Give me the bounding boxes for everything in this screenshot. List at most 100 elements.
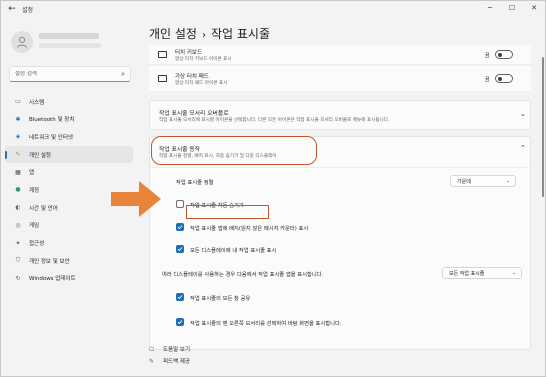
footer-links: ☖ 도움말 보기 ✎ 피드백 제공 bbox=[149, 343, 190, 367]
app-title: 설정 bbox=[22, 6, 34, 14]
checkmark-icon bbox=[177, 225, 183, 230]
page-title: 작업 표시줄 bbox=[210, 27, 270, 41]
all-displays-checkbox[interactable] bbox=[176, 245, 184, 253]
back-button[interactable]: ← bbox=[4, 1, 20, 17]
avatar[interactable] bbox=[11, 31, 33, 53]
touch-keyboard-title: 터치 키보드 bbox=[175, 50, 203, 56]
sidebar-item-label: 게임 bbox=[29, 223, 40, 230]
touchpad-icon bbox=[158, 75, 167, 82]
virtual-touchpad-toggle[interactable] bbox=[495, 74, 513, 83]
show-desktop-checkbox[interactable] bbox=[176, 318, 184, 326]
minimize-button[interactable]: ─ bbox=[479, 1, 501, 15]
sidebar-item-8[interactable]: ✦ 접근성 bbox=[5, 235, 133, 252]
shield-icon: ⛉ bbox=[15, 256, 21, 264]
sidebar-item-9[interactable]: ⛉ 개인 정보 및 보안 bbox=[5, 252, 133, 269]
badges-checkbox[interactable] bbox=[176, 223, 184, 231]
search-box[interactable]: ⌕ bbox=[9, 66, 131, 82]
all-displays-label: 모든 디스플레이에 내 작업 표시줄 표시 bbox=[190, 248, 277, 254]
auto-hide-checkbox[interactable] bbox=[176, 200, 184, 208]
alignment-dropdown-value: 가운데 bbox=[457, 178, 471, 185]
chevron-down-icon: ⌄ bbox=[505, 178, 510, 184]
sidebar-item-label: Bluetooth 및 장치 bbox=[29, 117, 75, 124]
multi-display-dropdown[interactable]: 모든 작업 표시줄 ⌄ bbox=[442, 267, 522, 279]
sidebar-item-7[interactable]: ◎ 게임 bbox=[5, 217, 133, 234]
checkmark-icon bbox=[177, 295, 183, 300]
help-icon: ☖ bbox=[149, 345, 155, 353]
alignment-dropdown[interactable]: 가운데 ⌄ bbox=[450, 175, 516, 187]
sidebar-item-label: 시간 및 언어 bbox=[29, 205, 58, 212]
annotation-arrow-icon bbox=[111, 181, 161, 217]
help-link-label: 도움말 보기 bbox=[163, 347, 191, 353]
settings-scroll-area: 터치 키보드 항상 터치 키보드 아이콘 표시 끔 가상 터치 패드 항상 터치… bbox=[149, 45, 539, 376]
sidebar-item-label: Windows 업데이트 bbox=[29, 276, 76, 283]
sidebar-item-3[interactable]: ✎ 개인 설정 bbox=[5, 146, 133, 164]
touch-keyboard-toggle[interactable] bbox=[495, 50, 513, 59]
feedback-icon: ✎ bbox=[149, 357, 155, 365]
sidebar-item-4[interactable]: ▦ 앱 bbox=[5, 164, 133, 181]
chevron-down-icon[interactable]: ⌄ bbox=[520, 110, 526, 118]
brush-icon: ✎ bbox=[15, 151, 21, 159]
overflow-section-header[interactable]: 작업 표시줄 모서리 오버플로 작업 표시줄 모서리에 표시할 아이콘을 선택합… bbox=[149, 100, 531, 130]
breadcrumb-separator: › bbox=[201, 30, 206, 41]
share-windows-checkbox[interactable] bbox=[176, 293, 184, 301]
sidebar-item-label: 네트워크 및 인터넷 bbox=[29, 134, 73, 141]
virtual-touchpad-row: 가상 터치 패드 항상 터치 패드 아이콘 표시 끔 bbox=[149, 66, 531, 92]
sidebar-item-0[interactable]: ▭ 시스템 bbox=[5, 93, 133, 110]
globe-clock-icon: ◐ bbox=[15, 204, 21, 212]
badges-label: 작업 표시줄 앱에 배지(읽지 않은 메시지 카운터) 표시 bbox=[190, 226, 309, 232]
multi-display-label: 여러 디스플레이를 사용하는 경우 다음에서 작업 표시줄 앱을 표시합니다. bbox=[162, 272, 324, 278]
virtual-touchpad-subtitle: 항상 터치 패드 아이콘 표시 bbox=[175, 81, 228, 86]
vertical-scrollbar[interactable] bbox=[542, 57, 544, 197]
window-controls: ─ ☐ ✕ bbox=[479, 1, 545, 15]
sidebar-item-label: 계정 bbox=[29, 187, 40, 194]
sidebar-item-label: 시스템 bbox=[29, 99, 45, 106]
sidebar-item-label: 개인 정보 및 보안 bbox=[29, 258, 70, 265]
apps-icon: ▦ bbox=[15, 168, 21, 176]
sidebar-item-label: 개인 설정 bbox=[29, 152, 51, 159]
behaviors-section: 작업 표시줄 동작 작업 표시줄 정렬, 배지 표시, 자동 숨기기 및 다중 … bbox=[149, 136, 532, 350]
show-desktop-label: 작업 표시줄의 맨 오른쪽 모서리를 선택하여 바탕 화면을 표시합니다. bbox=[190, 321, 342, 327]
checkmark-icon bbox=[177, 247, 183, 252]
keyboard-icon bbox=[158, 51, 167, 58]
checkmark-icon bbox=[177, 320, 183, 325]
feedback-link-label: 피드백 제공 bbox=[163, 359, 191, 365]
close-button[interactable]: ✕ bbox=[523, 1, 545, 15]
annotation-highlight-box bbox=[186, 205, 269, 219]
monitor-icon: ▭ bbox=[15, 98, 21, 105]
virtual-touchpad-toggle-label: 끔 bbox=[485, 77, 490, 83]
breadcrumb: 개인 설정 › 작업 표시줄 bbox=[149, 25, 270, 42]
account-name-blurred bbox=[39, 33, 99, 39]
touch-keyboard-subtitle: 항상 터치 키보드 아이콘 표시 bbox=[175, 57, 232, 62]
accessibility-icon: ✦ bbox=[15, 239, 21, 247]
feedback-link[interactable]: ✎ 피드백 제공 bbox=[149, 355, 190, 367]
share-windows-label: 작업 표시줄의 모든 창 공유 bbox=[190, 296, 251, 302]
virtual-touchpad-title: 가상 터치 패드 bbox=[175, 74, 209, 80]
account-email-blurred bbox=[39, 43, 101, 48]
sidebar-item-10[interactable]: ↻ Windows 업데이트 bbox=[5, 270, 133, 287]
chevron-up-icon[interactable]: ⌃ bbox=[520, 144, 526, 152]
search-input[interactable] bbox=[15, 71, 115, 77]
person-icon bbox=[17, 36, 27, 48]
maximize-button[interactable]: ☐ bbox=[501, 1, 523, 15]
annotation-ellipse bbox=[151, 136, 317, 165]
update-icon: ↻ bbox=[15, 274, 21, 282]
sidebar-item-2[interactable]: ◈ 네트워크 및 인터넷 bbox=[5, 128, 133, 145]
wifi-icon: ◈ bbox=[15, 133, 21, 141]
multi-display-dropdown-value: 모든 작업 표시줄 bbox=[449, 270, 485, 277]
alignment-label: 작업 표시줄 정렬 bbox=[176, 180, 214, 186]
help-link[interactable]: ☖ 도움말 보기 bbox=[149, 343, 190, 355]
person-icon: ● bbox=[15, 186, 21, 194]
settings-window: ← 설정 ─ ☐ ✕ ⌕ ▭ 시스템 ✱ Bluetooth 및 장치 ◈ 네트워크 및 … bbox=[0, 0, 546, 377]
bluetooth-icon: ✱ bbox=[15, 115, 21, 123]
gamepad-icon: ◎ bbox=[15, 221, 21, 229]
chevron-down-icon: ⌄ bbox=[511, 270, 516, 276]
overflow-section-subtitle: 작업 표시줄 모서리에 표시할 아이콘을 선택합니다. 다른 모든 아이콘은 작… bbox=[159, 118, 390, 123]
sidebar-item-1[interactable]: ✱ Bluetooth 및 장치 bbox=[5, 111, 133, 128]
main-content: 개인 설정 › 작업 표시줄 터치 키보드 항상 터치 키보드 아이콘 표시 끔 가… bbox=[141, 17, 545, 376]
sidebar-item-label: 앱 bbox=[29, 170, 35, 177]
touch-keyboard-row: 터치 키보드 항상 터치 키보드 아이콘 표시 끔 bbox=[149, 45, 531, 65]
sidebar-item-label: 접근성 bbox=[29, 241, 45, 247]
breadcrumb-parent[interactable]: 개인 설정 bbox=[149, 27, 197, 41]
search-icon[interactable]: ⌕ bbox=[121, 70, 125, 79]
overflow-section-title: 작업 표시줄 모서리 오버플로 bbox=[159, 111, 229, 117]
